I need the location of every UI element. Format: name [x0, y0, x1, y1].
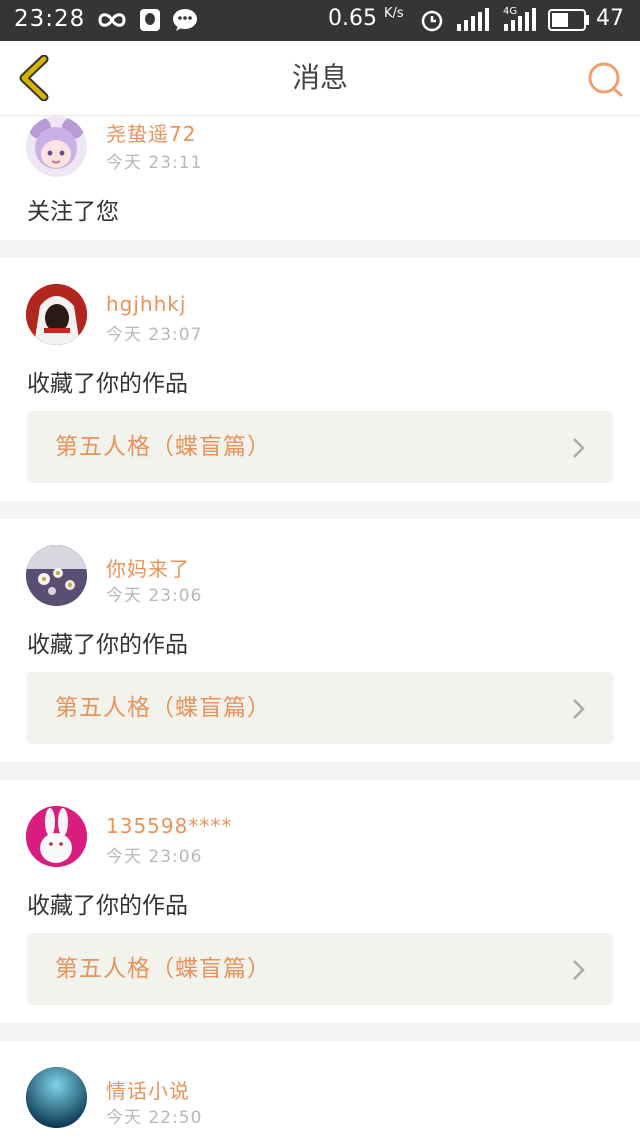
- cell-signal-icon: [504, 8, 536, 31]
- timestamp: 今天 23:06: [106, 586, 203, 606]
- work-link[interactable]: 第五人格（蝶盲篇）: [27, 672, 613, 744]
- wechat-icon: [173, 9, 197, 31]
- hooded-figure-avatar-icon: [26, 284, 87, 345]
- message-item[interactable]: 尧蛰遥72 今天 23:11 关注了您: [0, 116, 640, 240]
- work-link[interactable]: 第五人格（蝶盲篇）: [27, 933, 613, 1005]
- username[interactable]: 你妈来了: [106, 553, 190, 582]
- battery-icon: [548, 9, 589, 31]
- message-item[interactable]: 135598**** 今天 23:06 收藏了你的作品 第五人格（蝶盲篇）: [0, 780, 640, 1023]
- avatar[interactable]: [26, 545, 87, 606]
- infinity-icon: [98, 13, 126, 27]
- anime-girl-avatar-icon: [29, 117, 84, 169]
- username[interactable]: hgjhhkj: [106, 292, 186, 316]
- chevron-right-icon: [573, 699, 585, 719]
- action-text: 收藏了你的作品: [27, 371, 188, 397]
- chevron-right-icon: [573, 960, 585, 980]
- alarm-clock-icon: [421, 10, 443, 32]
- work-title: 第五人格（蝶盲篇）: [55, 434, 271, 460]
- avatar[interactable]: [26, 806, 87, 867]
- message-item[interactable]: hgjhhkj 今天 23:07 收藏了你的作品 第五人格（蝶盲篇）: [0, 258, 640, 501]
- message-item[interactable]: 你妈来了 今天 23:06 收藏了你的作品 第五人格（蝶盲篇）: [0, 519, 640, 762]
- search-icon[interactable]: [586, 59, 626, 99]
- work-title: 第五人格（蝶盲篇）: [55, 956, 271, 982]
- action-text: 关注了您: [27, 199, 119, 225]
- qq-icon: [140, 9, 160, 31]
- network-speed-unit: K/s: [383, 6, 404, 21]
- avatar[interactable]: [26, 284, 87, 345]
- rabbit-avatar-icon: [26, 806, 87, 867]
- action-text: 收藏了你的作品: [27, 632, 188, 658]
- status-time: 23:28: [14, 6, 86, 32]
- timestamp: 今天 23:06: [106, 847, 203, 867]
- avatar[interactable]: [26, 116, 87, 177]
- network-speed: 0.65 K/s: [328, 6, 404, 31]
- chevron-right-icon: [573, 438, 585, 458]
- message-item[interactable]: 情话小说 今天 22:50: [0, 1041, 640, 1138]
- status-bar: 23:28 0.65 K/s 4G 47: [0, 0, 640, 41]
- action-text: 收藏了你的作品: [27, 893, 188, 919]
- network-speed-value: 0.65: [328, 6, 377, 31]
- avatar[interactable]: [26, 1067, 87, 1128]
- work-link[interactable]: 第五人格（蝶盲篇）: [27, 411, 613, 483]
- wifi-signal-icon: [457, 8, 489, 31]
- timestamp: 今天 23:11: [106, 153, 203, 173]
- timestamp: 今天 23:07: [106, 325, 203, 345]
- flowers-avatar-icon: [26, 545, 87, 606]
- chevron-left-icon[interactable]: [14, 55, 54, 101]
- timestamp: 今天 22:50: [106, 1108, 203, 1128]
- username[interactable]: 情话小说: [106, 1075, 190, 1104]
- username[interactable]: 135598****: [106, 814, 232, 838]
- page-title: 消息: [291, 61, 348, 94]
- header: 消息: [0, 41, 640, 116]
- battery-level: 47: [596, 6, 624, 31]
- ocean-avatar-icon: [26, 1067, 87, 1128]
- username[interactable]: 尧蛰遥72: [106, 118, 196, 147]
- work-title: 第五人格（蝶盲篇）: [55, 695, 271, 721]
